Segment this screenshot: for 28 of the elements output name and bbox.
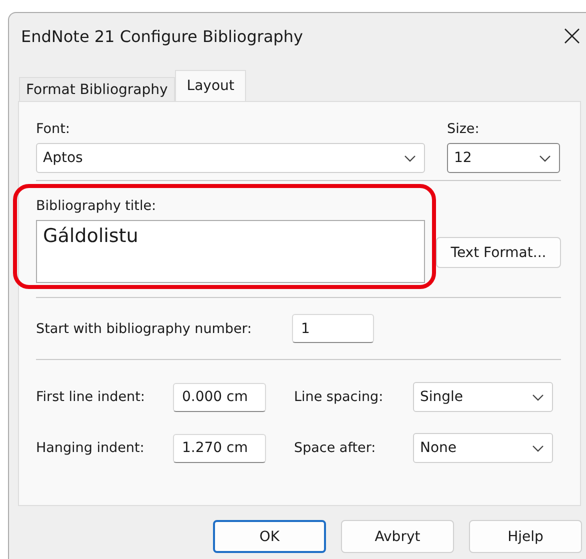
indent-label: First line indent: (36, 389, 146, 405)
chevron-icon (532, 444, 544, 452)
spacing-label: Line spacing: (294, 389, 384, 405)
spacing-dropdown[interactable]: None (413, 433, 553, 463)
title-label: Bibliography title: (36, 198, 158, 214)
size-dropdown[interactable]: 12 (447, 143, 560, 173)
size-label: Size: (447, 121, 480, 137)
start-number-field[interactable]: 1 (292, 314, 374, 343)
chevron-icon (404, 154, 416, 162)
dialog-button[interactable]: Avbryt (341, 520, 454, 553)
dialog-button[interactable]: Hjelp (469, 520, 582, 553)
close-icon[interactable] (564, 28, 580, 44)
chevron-icon (539, 154, 551, 162)
tab[interactable]: Format Bibliography (19, 77, 175, 101)
tab[interactable]: Layout (174, 70, 246, 101)
spacing-dropdown[interactable]: Single (413, 382, 553, 412)
title-field[interactable]: Gáldolistu (36, 220, 425, 283)
dialog-button[interactable]: OK (213, 520, 326, 553)
font-dropdown[interactable]: Aptos (36, 143, 425, 173)
indent-field[interactable]: 0.000 cm (173, 382, 266, 412)
window-title: EndNote 21 Configure Bibliography (21, 26, 304, 46)
indent-field[interactable]: 1.270 cm (173, 434, 266, 462)
font-label: Font: (36, 121, 71, 137)
chevron-icon (532, 394, 544, 400)
spacing-label: Space after: (294, 440, 377, 456)
indent-label: Hanging indent: (36, 440, 146, 456)
start-number-label: Start with bibliography number: (36, 320, 253, 336)
text-format-button[interactable]: Text Format... (436, 237, 561, 268)
